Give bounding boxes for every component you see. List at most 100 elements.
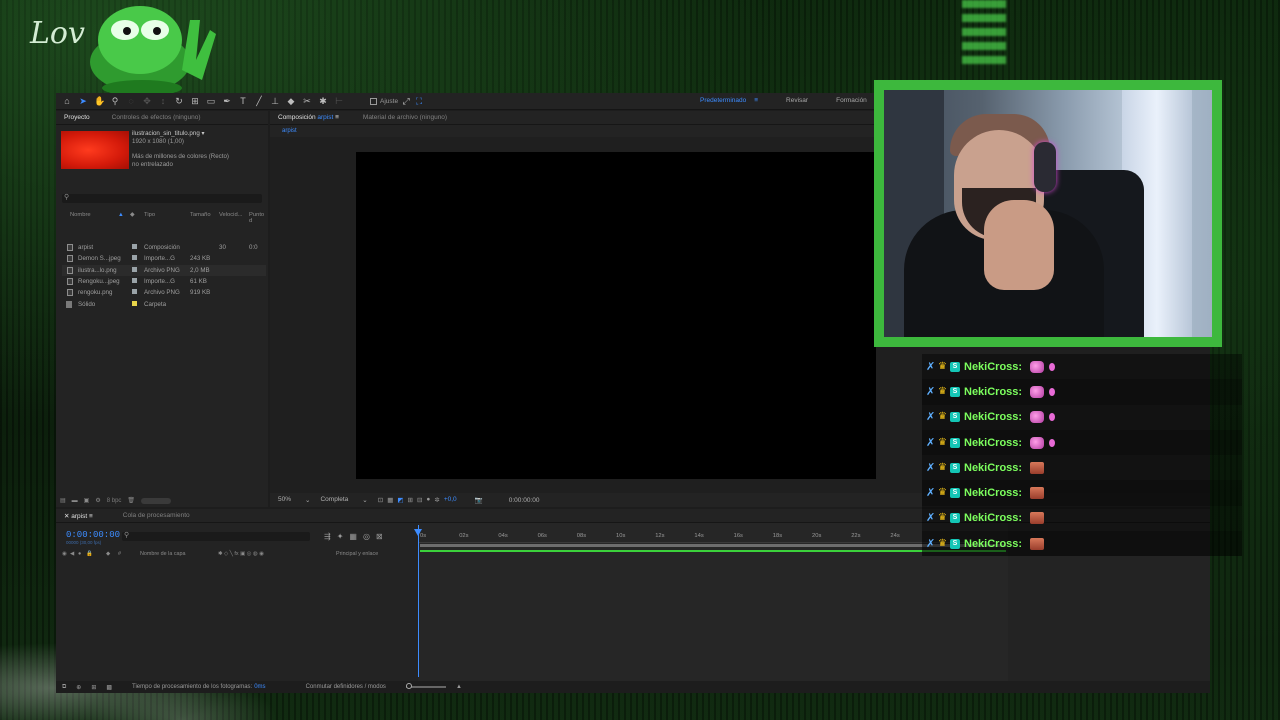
mask-path-icon[interactable]: ◩ <box>397 496 403 504</box>
draft-3d-icon[interactable]: ✦ <box>337 532 344 541</box>
timeline-menu-icon[interactable]: ≡ <box>89 513 93 520</box>
rotate-tool-icon[interactable]: ↻ <box>174 96 184 106</box>
chat-username[interactable]: NekiCross: <box>964 512 1022 524</box>
transparency-grid-icon[interactable]: ▦ <box>387 496 393 504</box>
workspace-menu-icon[interactable]: ≡ <box>754 97 758 104</box>
workspace-learn[interactable]: Formación <box>836 97 867 104</box>
playhead-handle-icon[interactable] <box>414 529 422 536</box>
chat-username[interactable]: NekiCross: <box>964 437 1022 449</box>
in-out-icon[interactable]: ▩ <box>106 684 112 691</box>
exposure-reset-icon[interactable]: ✲ <box>434 496 439 504</box>
project-search-input[interactable]: ⚲ <box>62 194 262 203</box>
chat-username[interactable]: NekiCross: <box>964 386 1022 398</box>
bit-depth-button[interactable]: 8 bpc <box>107 498 122 504</box>
dolly-tool-icon[interactable]: ↕ <box>158 96 168 106</box>
motion-blur-icon[interactable]: ◎ <box>363 532 370 541</box>
snap-options-icon[interactable]: ⤢ <box>401 96 411 106</box>
grid-icon[interactable]: ⊞ <box>408 496 413 504</box>
layer-switches-icon[interactable]: ⊕ <box>76 684 81 691</box>
solo-icon[interactable]: ● <box>78 551 81 557</box>
project-item[interactable]: Sólido Carpeta <box>62 299 266 310</box>
tab-footage[interactable]: Material de archivo (ninguno) <box>363 114 447 121</box>
eye-icon[interactable]: ◉ <box>62 551 67 557</box>
puppet-tool-icon[interactable]: ✱ <box>318 96 328 106</box>
interpret-footage-icon[interactable]: ▤ <box>60 497 66 504</box>
chat-username[interactable]: NekiCross: <box>964 411 1022 423</box>
chat-username[interactable]: NekiCross: <box>964 361 1022 373</box>
pen-tool-icon[interactable]: ✒ <box>222 96 232 106</box>
project-scroll-bar[interactable] <box>141 497 172 504</box>
zoom-dropdown[interactable]: 50% ⌄ <box>278 496 310 504</box>
render-toggle-icon[interactable]: ⧉ <box>62 684 66 691</box>
graph-editor-icon[interactable]: ⊠ <box>376 532 383 541</box>
orbit-tool-icon[interactable]: ◌ <box>126 96 136 106</box>
selection-tool-icon[interactable]: ➤ <box>78 96 88 106</box>
text-tool-icon[interactable]: T <box>238 96 248 106</box>
frame-blending-icon[interactable]: ▦ <box>349 532 357 541</box>
snap-checkbox[interactable] <box>370 97 377 105</box>
project-item[interactable]: Rengoku...jpeg Importe...G 61 KB <box>62 276 266 287</box>
lock-icon[interactable]: 🔒 <box>86 551 93 557</box>
composition-canvas[interactable] <box>356 152 876 479</box>
layer-search-input[interactable]: ⚲ <box>122 532 310 541</box>
tab-effect-controls[interactable]: Controles de efectos (ninguno) <box>112 114 201 121</box>
work-area-bar[interactable] <box>420 544 1006 547</box>
time-ruler[interactable]: 0s 02s 04s 06s 08s 10s 12s 14s 16s 18s 20s 22s 24s <box>418 531 1008 543</box>
chat-username[interactable]: NekiCross: <box>964 487 1022 499</box>
snap-toggle[interactable]: Ajuste ⤢ ⛶ <box>370 96 424 106</box>
home-icon[interactable]: ⌂ <box>62 96 72 106</box>
col-name[interactable]: Nombre <box>70 212 91 218</box>
close-icon[interactable]: ✕ <box>64 513 69 520</box>
project-item[interactable]: arpist Composición 30 0:0 <box>62 242 266 253</box>
new-folder-icon[interactable]: ▬ <box>72 498 78 504</box>
new-comp-icon[interactable]: ▣ <box>84 497 90 504</box>
comp-flow-icon[interactable]: ⇶ <box>324 532 331 541</box>
col-point[interactable]: Punto d <box>249 212 266 224</box>
col-size[interactable]: Tamaño <box>190 212 211 218</box>
anchor-tool-icon[interactable]: ⊞ <box>190 96 200 106</box>
label-color-swatch[interactable] <box>132 277 137 283</box>
timeline-zoom-slider[interactable] <box>405 683 446 689</box>
footage-name[interactable]: ilustracion_sin_titulo.png ▾ <box>132 130 229 138</box>
hand-tool-icon[interactable]: ✋ <box>94 96 105 106</box>
color-channels-icon[interactable]: ● <box>426 496 430 504</box>
snap-grid-icon[interactable]: ⛶ <box>414 96 424 106</box>
parent-header[interactable]: Principal y enlace <box>336 551 378 557</box>
pan-tool-icon[interactable]: ✥ <box>142 96 152 106</box>
exposure-value[interactable]: +0,0 <box>444 496 457 504</box>
tab-composition[interactable]: Composición arpist ≡ <box>278 114 339 121</box>
viewer-time[interactable]: 0:00:00:00 <box>509 497 540 504</box>
layer-name-header[interactable]: Nombre de la capa <box>140 551 186 557</box>
project-item[interactable]: rengoku.png Archivo PNG 919 KB <box>62 287 266 298</box>
composition-menu-icon[interactable]: ≡ <box>335 114 339 121</box>
project-settings-icon[interactable]: ⚙ <box>95 497 100 504</box>
label-color-swatch[interactable] <box>132 255 137 261</box>
label-color-swatch[interactable] <box>132 300 137 306</box>
playhead[interactable] <box>414 525 422 677</box>
region-of-interest-icon[interactable]: ⊟ <box>417 496 422 504</box>
tab-render-queue[interactable]: Cola de procesamiento <box>123 512 190 519</box>
zoom-tool-icon[interactable]: ⚲ <box>110 96 120 106</box>
tab-project[interactable]: Proyecto <box>64 114 90 121</box>
chat-username[interactable]: NekiCross: <box>964 462 1022 474</box>
current-timecode[interactable]: 0:00:00:00 <box>66 530 120 540</box>
label-color-swatch[interactable] <box>132 244 137 249</box>
audio-icon[interactable]: ◀ <box>70 551 74 557</box>
tab-timeline-arpist[interactable]: ✕ arpist ≡ <box>64 512 93 520</box>
chat-username[interactable]: NekiCross: <box>964 538 1022 550</box>
zoom-slider-knob[interactable] <box>405 683 412 689</box>
timeline-tracks[interactable]: 0s 02s 04s 06s 08s 10s 12s 14s 16s 18s 20s 22s 24s <box>414 523 1008 681</box>
project-item[interactable]: Demon S...jpeg Importe...G 243 KB <box>62 253 266 264</box>
label-color-swatch[interactable] <box>132 289 137 295</box>
composition-breadcrumb[interactable]: arpist <box>282 128 297 134</box>
col-type[interactable]: Tipo <box>144 212 155 218</box>
sort-icon[interactable]: ▲ <box>118 212 124 218</box>
brush-tool-icon[interactable]: ╱ <box>254 96 264 106</box>
resolution-dropdown[interactable]: Completa ⌄ <box>320 496 367 504</box>
toggle-modes-button[interactable]: Conmutar definidores / modos <box>306 684 386 690</box>
label-color-swatch[interactable] <box>132 266 137 272</box>
clone-tool-icon[interactable]: ⊥ <box>270 96 280 106</box>
col-speed[interactable]: Velocid... <box>219 212 243 218</box>
transfer-controls-icon[interactable]: ⊞ <box>91 684 96 691</box>
project-item[interactable]: ilustra...lo.png Archivo PNG 2,0 MB <box>62 264 266 276</box>
